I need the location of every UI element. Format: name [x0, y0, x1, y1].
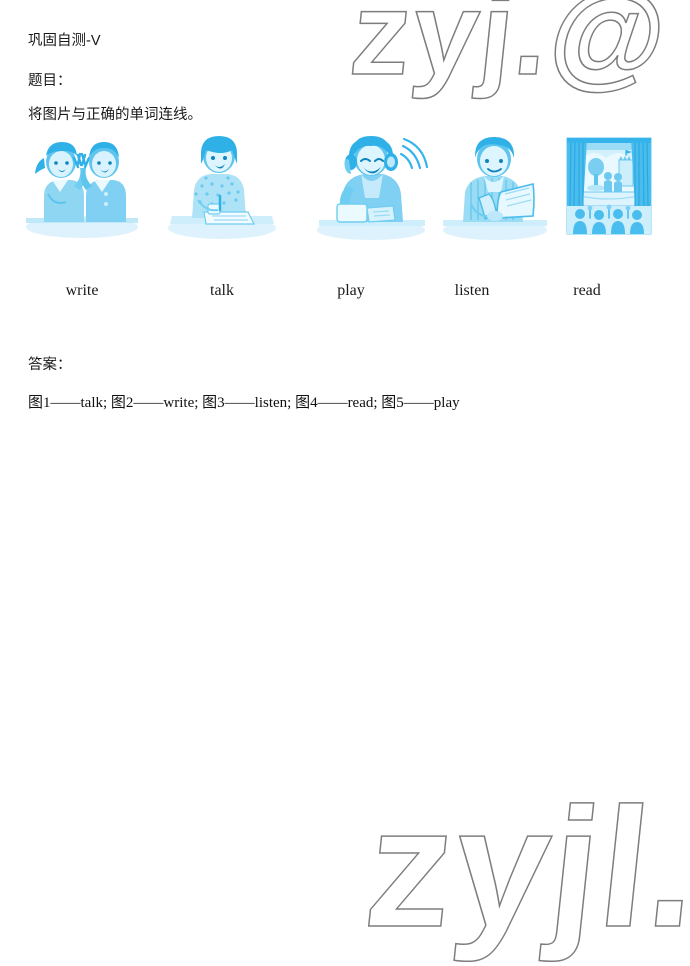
- word-label-4[interactable]: listen: [412, 282, 532, 300]
- picture-4: [437, 134, 557, 242]
- word-label-3[interactable]: play: [291, 282, 411, 300]
- boy-with-headphones-listening-icon: [317, 136, 429, 240]
- stage-play-theater-icon: [566, 137, 652, 235]
- word-label-1[interactable]: write: [22, 282, 142, 300]
- answer-text: 图1——talk; 图2——write; 图3——listen; 图4——rea…: [28, 395, 460, 411]
- answer-label: 答案：: [28, 357, 72, 373]
- picture-2: [162, 134, 282, 242]
- picture-row: [22, 134, 662, 242]
- instruction-text: 将图片与正确的单词连线。: [28, 107, 202, 123]
- two-children-talking-icon: [26, 142, 138, 238]
- word-label-5[interactable]: read: [527, 282, 647, 300]
- watermark-bottom: zyjl.@: [357, 772, 690, 964]
- prompt-label: 题目：: [28, 73, 72, 89]
- girl-writing-at-desk-icon: [168, 136, 276, 239]
- boy-reading-book-icon: [443, 137, 547, 240]
- picture-3: [313, 134, 433, 242]
- watermark-top: zyj.@: [344, 0, 675, 101]
- page-title: 巩固自测-V: [28, 33, 101, 49]
- picture-5: [549, 134, 669, 242]
- picture-1: [22, 134, 142, 242]
- word-row: write talk play listen read: [22, 282, 662, 306]
- word-label-2[interactable]: talk: [162, 282, 282, 300]
